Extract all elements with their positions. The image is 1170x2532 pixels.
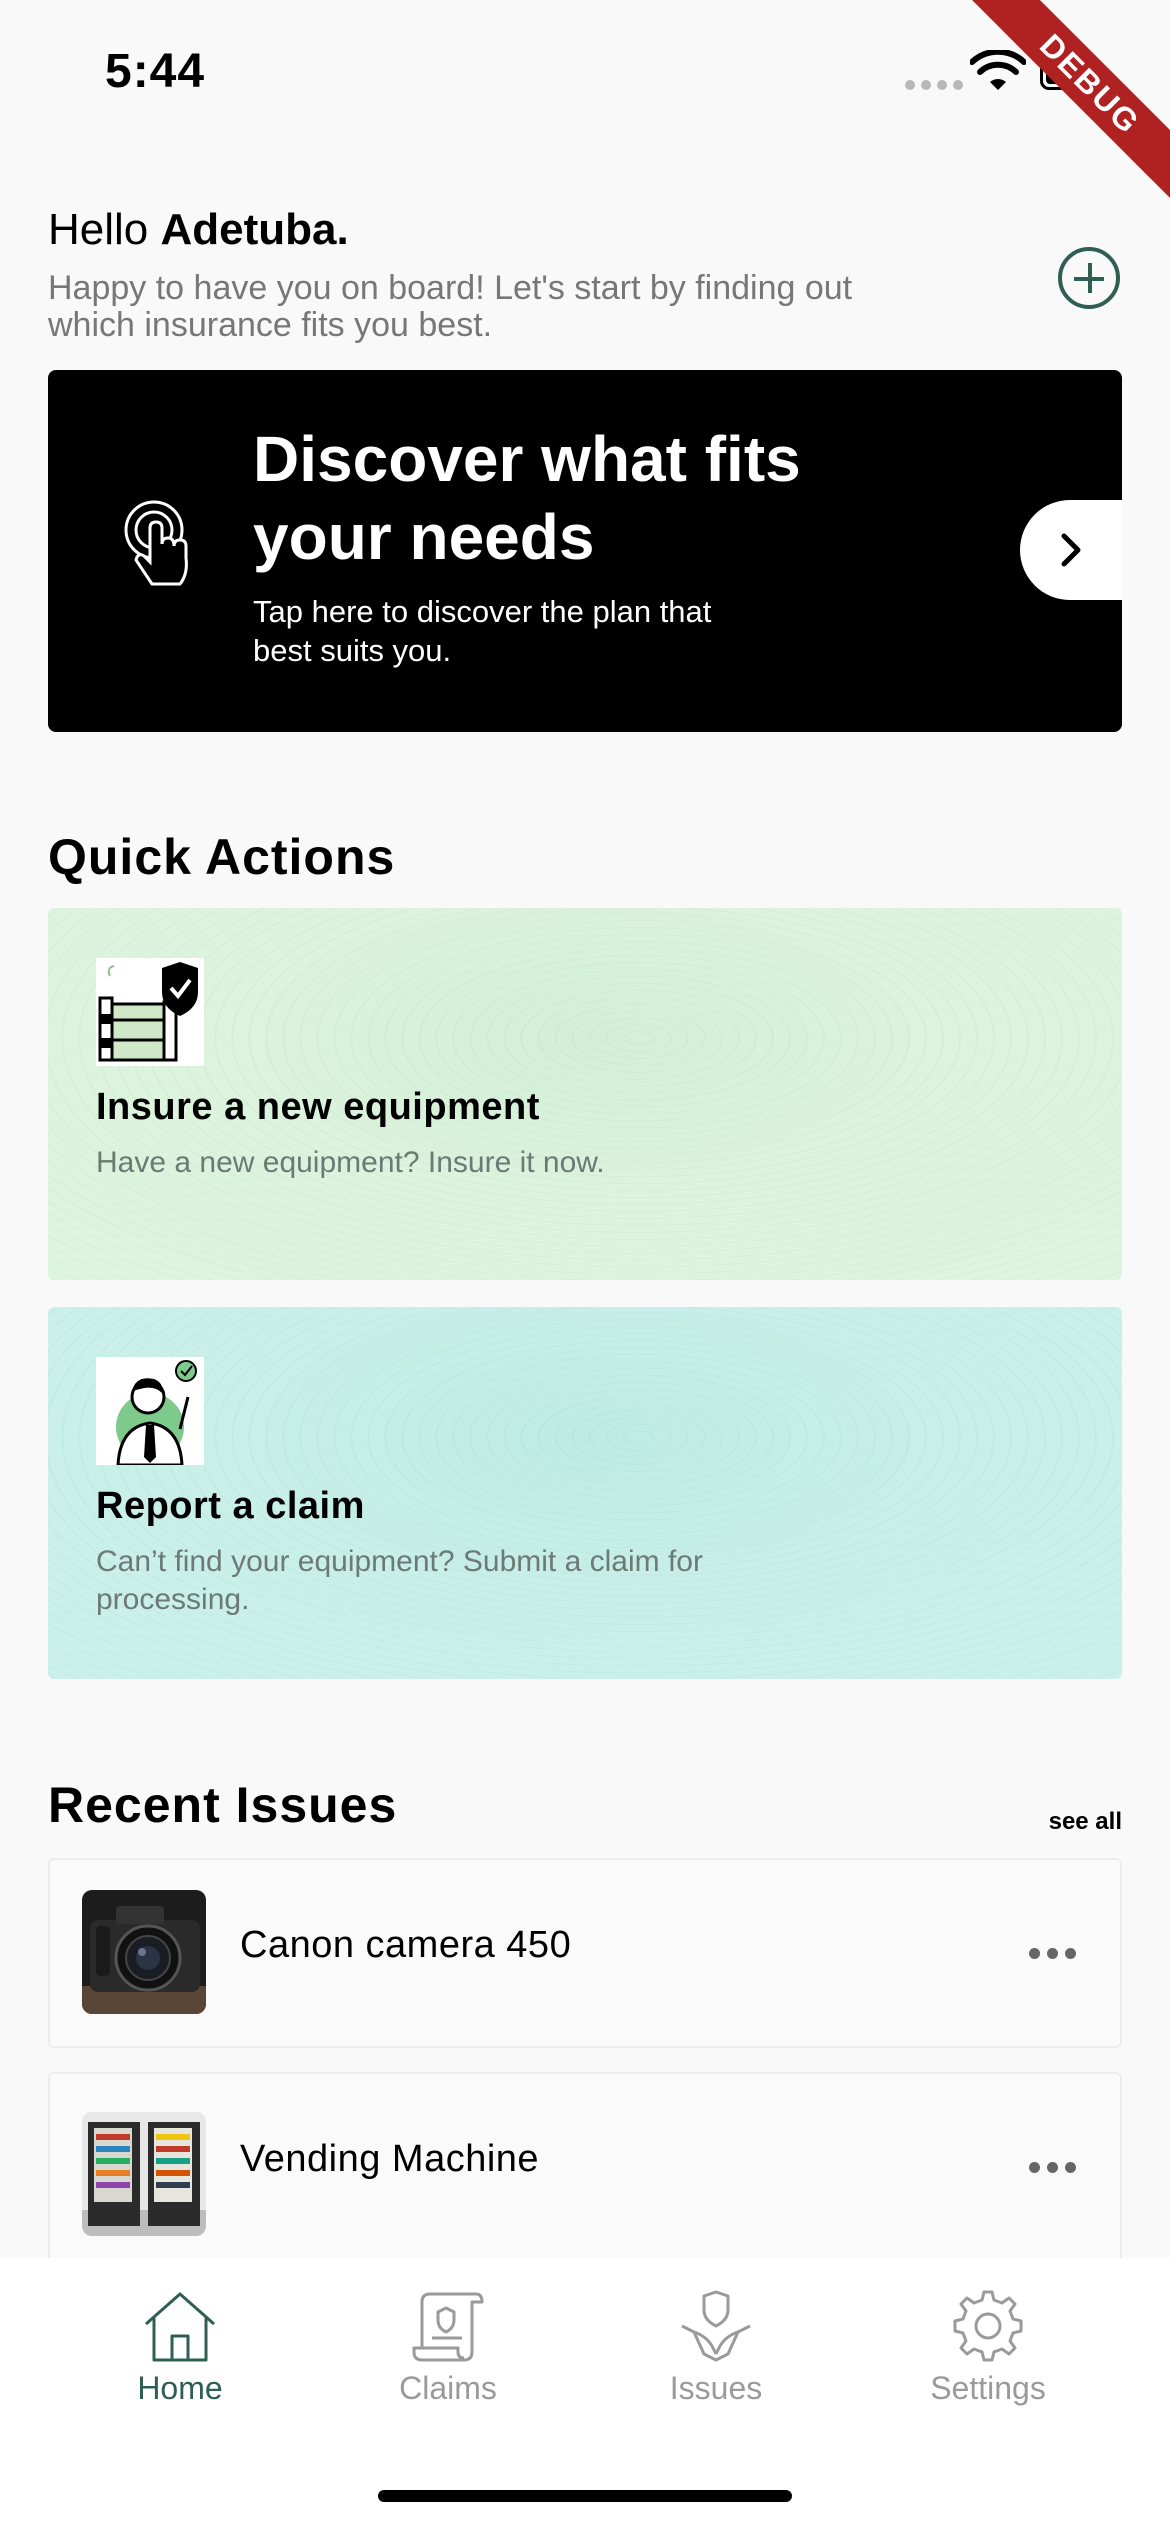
recent-issues-heading: Recent Issues	[48, 1777, 398, 1833]
report-claim-title: Report a claim	[96, 1485, 365, 1527]
signal-icon	[905, 80, 963, 90]
touch-icon	[124, 500, 188, 586]
nav-settings[interactable]: Settings	[888, 2288, 1088, 2407]
nav-issues-label: Issues	[669, 2370, 763, 2406]
add-button[interactable]	[1058, 247, 1120, 309]
issue-row[interactable]: Vending Machine	[48, 2072, 1122, 2262]
chevron-right-icon	[1061, 533, 1081, 567]
nav-settings-label: Settings	[930, 2370, 1046, 2406]
nav-claims[interactable]: Claims	[348, 2288, 548, 2407]
nav-home-label: Home	[137, 2370, 223, 2406]
greeting-title: Hello Adetuba.	[48, 205, 349, 255]
greeting-hello: Hello	[48, 205, 149, 254]
issues-icon	[681, 2290, 751, 2362]
vending-machine-photo	[82, 2112, 206, 2236]
greeting-subtitle: Happy to have you on board! Let's start …	[48, 269, 853, 344]
report-claim-card[interactable]: Report a claim Can’t find your equipment…	[48, 1307, 1122, 1679]
user-name: Adetuba.	[160, 205, 349, 254]
insure-equipment-description: Have a new equipment? Insure it now.	[96, 1146, 605, 1179]
issue-name: Canon camera 450	[240, 1924, 572, 1966]
claims-icon	[412, 2292, 484, 2362]
camera-photo	[82, 1890, 206, 2014]
discover-subtitle: Tap here to discover the plan that best …	[253, 594, 712, 668]
nav-issues[interactable]: Issues	[616, 2288, 816, 2407]
settings-icon	[953, 2290, 1023, 2362]
next-button[interactable]	[1020, 500, 1122, 600]
issue-row[interactable]: Canon camera 450	[48, 1858, 1122, 2048]
insure-equipment-title: Insure a new equipment	[96, 1086, 540, 1128]
man-checkmark-illustration	[96, 1357, 204, 1465]
home-indicator	[378, 2490, 792, 2502]
report-claim-description: Can’t find your equipment? Submit a clai…	[96, 1545, 703, 1616]
insure-equipment-card[interactable]: Insure a new equipment Have a new equipm…	[48, 908, 1122, 1280]
discover-title: Discover what fits your needs	[253, 423, 801, 573]
nav-home[interactable]: Home	[80, 2288, 280, 2407]
see-all-link[interactable]: see all	[1049, 1808, 1122, 1836]
home-icon	[145, 2292, 215, 2362]
discover-card[interactable]: Discover what fits your needs Tap here t…	[48, 370, 1122, 732]
quick-actions-heading: Quick Actions	[48, 829, 396, 885]
issue-name: Vending Machine	[240, 2138, 540, 2180]
more-options-icon[interactable]	[1029, 1948, 1076, 1959]
more-options-icon[interactable]	[1029, 2162, 1076, 2173]
wifi-icon	[970, 50, 1026, 90]
shield-equipment-illustration	[96, 958, 204, 1066]
nav-claims-label: Claims	[399, 2370, 497, 2406]
status-time: 5:44	[105, 45, 206, 98]
